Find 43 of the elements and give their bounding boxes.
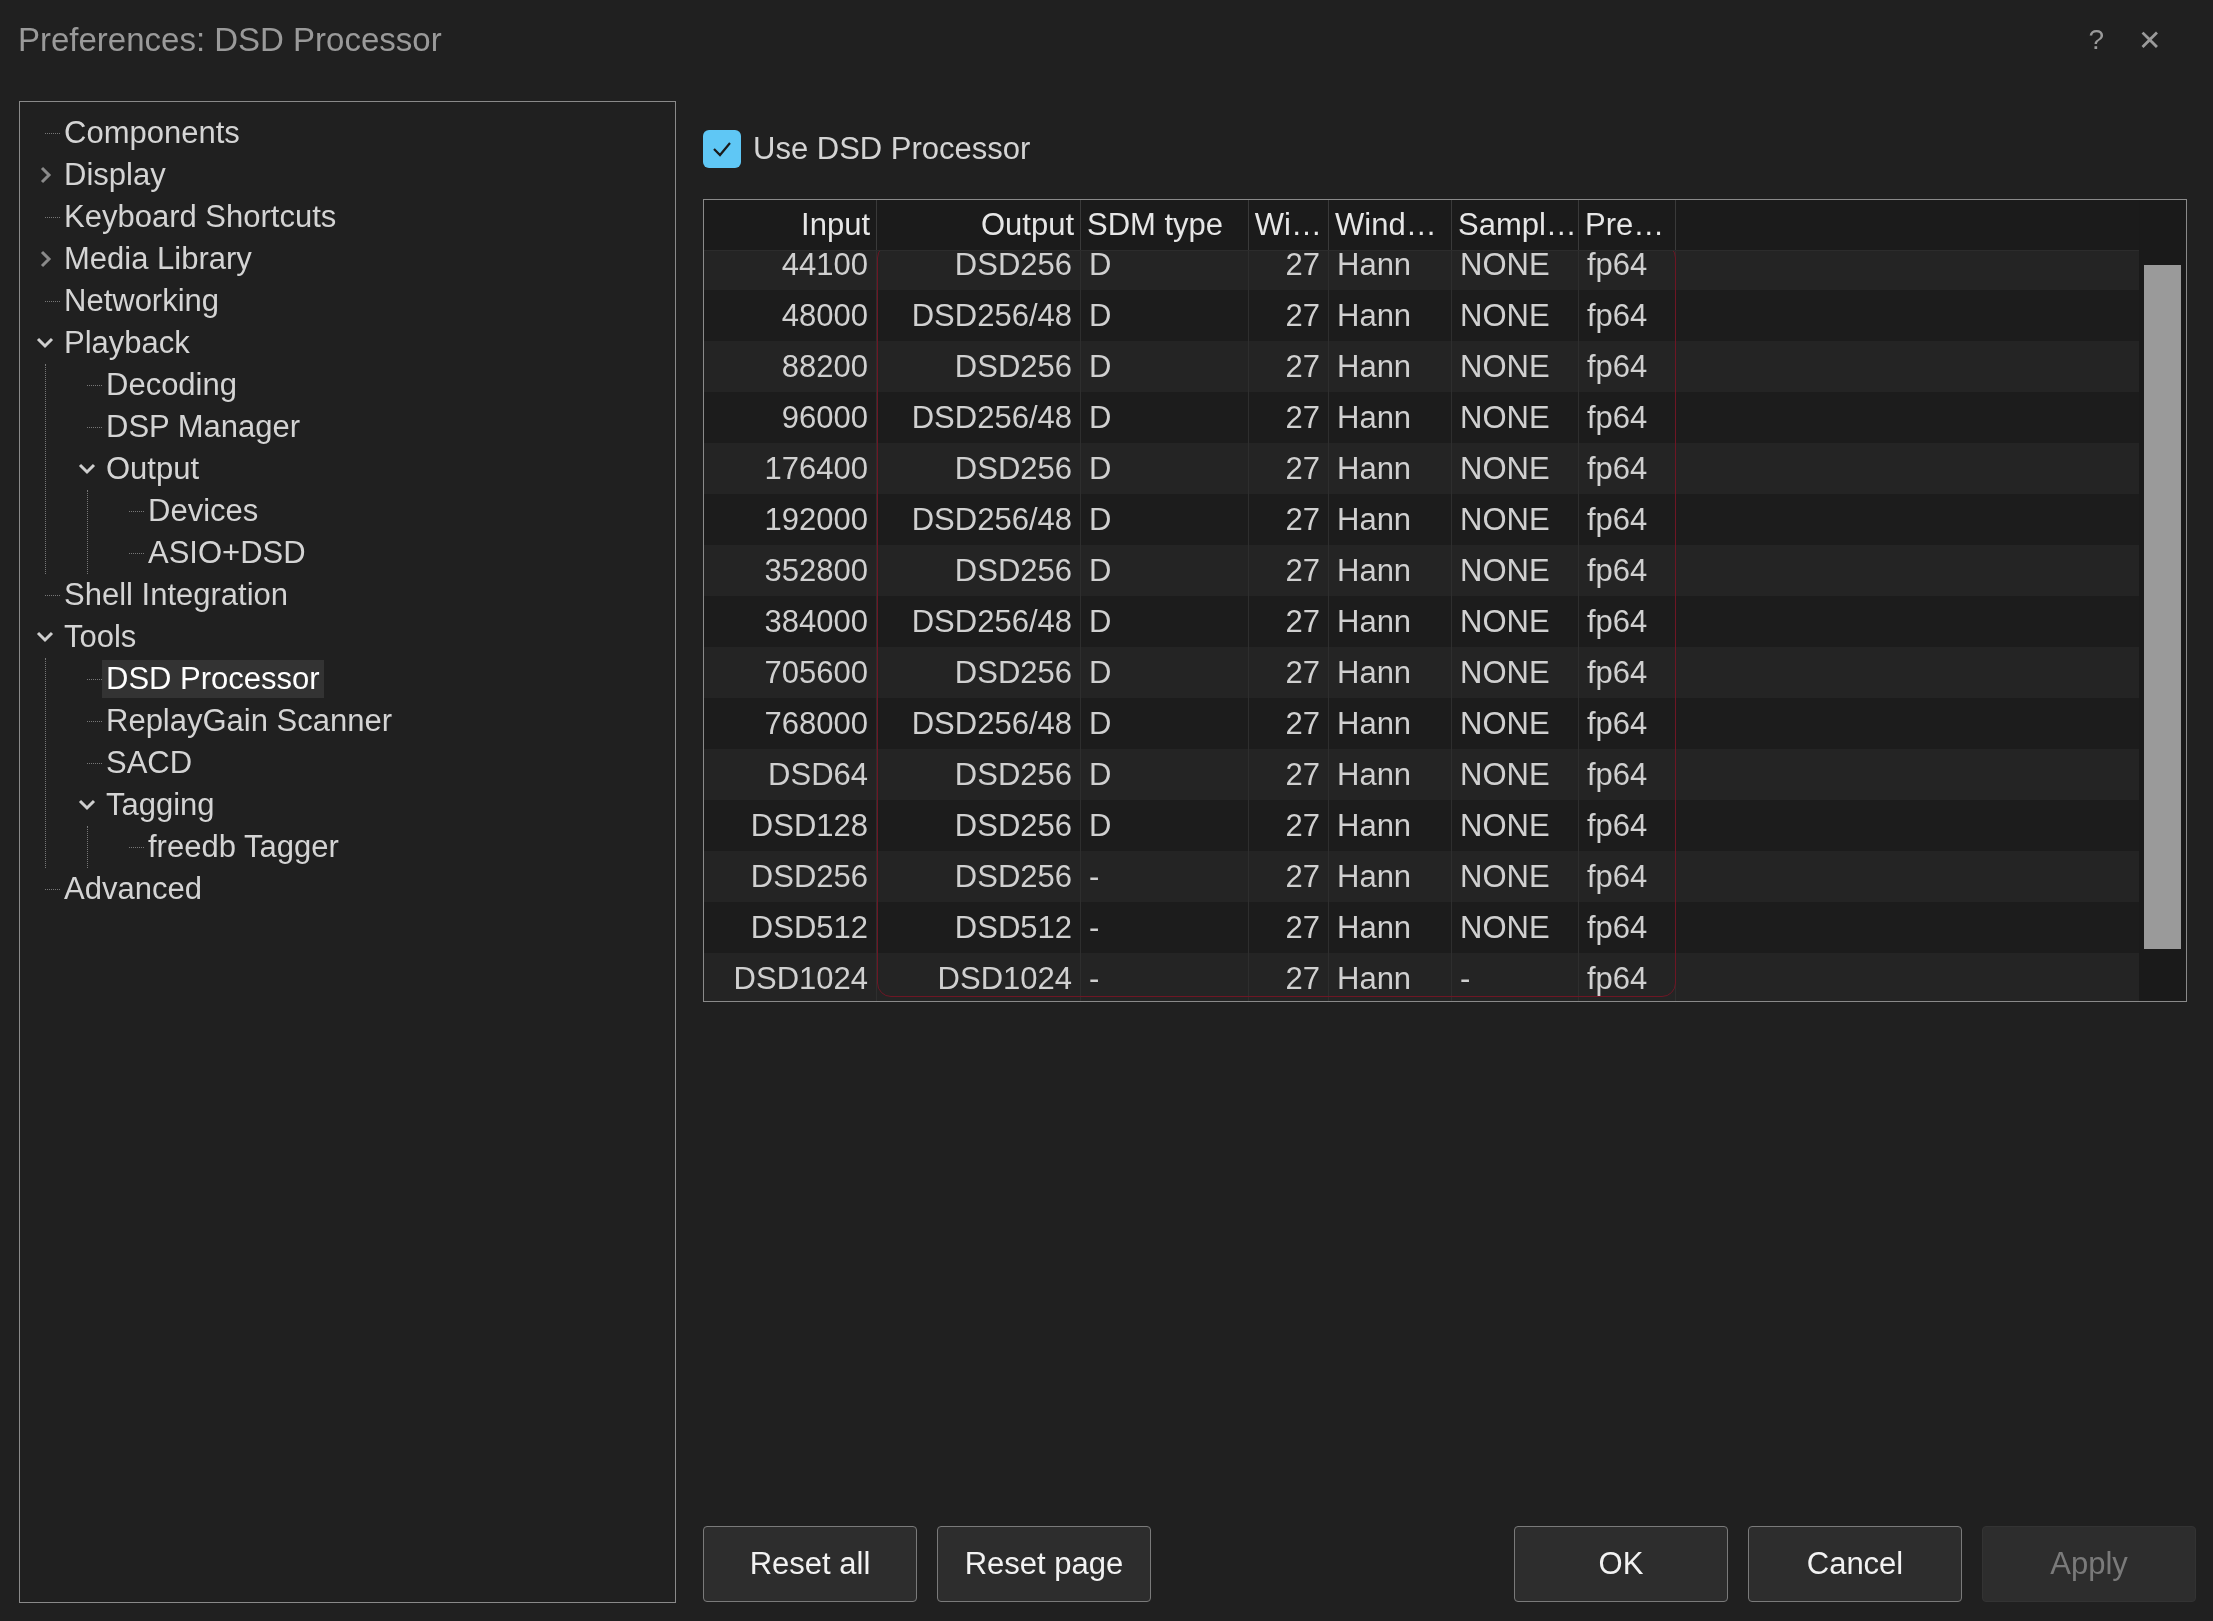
window-title: Preferences: DSD Processor [18,21,443,59]
tree-item[interactable]: Keyboard Shortcuts [60,198,341,236]
tree-item[interactable]: Tagging [102,786,219,824]
column-header[interactable]: Wi… [1249,200,1329,250]
help-button[interactable]: ? [2088,24,2104,56]
tree-item[interactable]: Decoding [102,366,241,404]
tree-item[interactable]: DSP Manager [102,408,305,446]
tree-item[interactable]: ReplayGain Scanner [102,702,397,740]
table-cell: - [1081,953,1249,1001]
tree-item[interactable]: Networking [60,282,224,320]
checkbox-label[interactable]: Use DSD Processor [753,131,1031,167]
column-header[interactable]: Sampl… [1452,200,1579,250]
table-cell: DSD1024 [704,953,877,1001]
table-cell: fp64 [1579,953,1676,1001]
column-header[interactable]: Input [704,200,877,250]
dialog-button[interactable]: Reset page [937,1526,1151,1602]
tree-item[interactable]: Shell Integration [60,576,293,614]
close-button[interactable]: ✕ [2138,23,2161,57]
table-cell: Hann [1329,953,1452,1001]
dialog-button[interactable]: Cancel [1748,1526,1962,1602]
table-cell: 27 [1249,953,1329,1001]
scrollbar-thumb[interactable] [2144,265,2181,949]
tree-item[interactable]: Devices [144,492,263,530]
dialog-button[interactable]: OK [1514,1526,1728,1602]
tree-item[interactable]: DSD Processor [102,660,324,698]
column-header[interactable]: Wind… [1329,200,1452,250]
column-header[interactable]: Output [877,200,1081,250]
table-cell: DSD1024 [877,953,1081,1001]
column-header[interactable]: Pre… [1579,200,1676,250]
tree-item[interactable]: freedb Tagger [144,828,343,866]
tree-item[interactable]: Playback [60,324,194,362]
tree-item[interactable]: Advanced [60,870,206,908]
tree-item[interactable]: Display [60,156,170,194]
column-header[interactable]: SDM type [1081,200,1249,250]
tree-item[interactable]: SACD [102,744,197,782]
tree-item[interactable]: Components [60,114,244,152]
tree-item[interactable]: Tools [60,618,141,656]
dialog-button[interactable]: Reset all [703,1526,917,1602]
tree-item[interactable]: ASIO+DSD [144,534,310,572]
tree-item[interactable]: Output [102,450,204,488]
table-cell: - [1452,953,1579,1001]
checkbox[interactable] [703,130,741,168]
tree-item[interactable]: Media Library [60,240,256,278]
